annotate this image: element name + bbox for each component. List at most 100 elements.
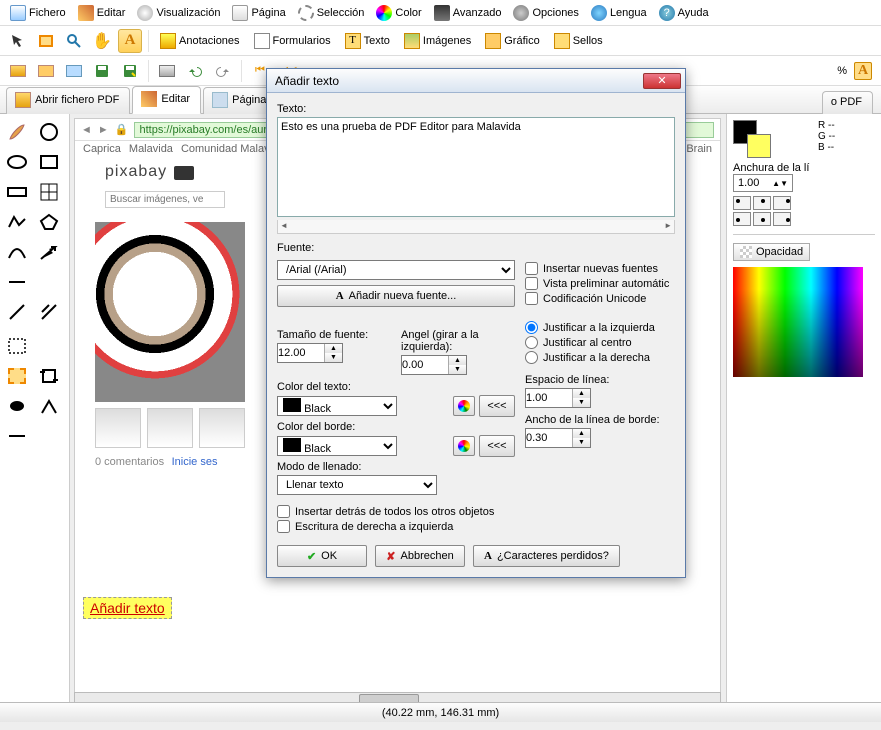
background-swatch[interactable]: [747, 134, 771, 158]
placeholder-button-2[interactable]: [62, 59, 86, 83]
polyline-tool[interactable]: [4, 210, 30, 234]
border-color-select[interactable]: [277, 436, 397, 456]
hline-tool[interactable]: [4, 270, 30, 294]
menu-color[interactable]: Color: [372, 3, 425, 23]
dialog-titlebar[interactable]: Añadir texto ✕: [267, 69, 685, 93]
down-icon[interactable]: ▼: [573, 398, 590, 407]
border-width-spinner[interactable]: ▲▼: [525, 428, 591, 448]
rect-tool[interactable]: [36, 150, 62, 174]
anchor-grid[interactable]: [733, 196, 875, 226]
border-width-value[interactable]: [526, 429, 572, 447]
session-link[interactable]: Inicie ses: [172, 456, 218, 468]
nav-back-icon[interactable]: ◄: [81, 124, 92, 136]
angle-spinner[interactable]: ▲▼: [401, 355, 467, 375]
text-input[interactable]: Esto es una prueba de PDF Editor para Ma…: [277, 117, 675, 217]
menu-opciones[interactable]: Opciones: [509, 3, 582, 23]
add-font-button[interactable]: AAñadir nueva fuente...: [277, 285, 515, 307]
up-icon[interactable]: ▲: [573, 429, 590, 438]
text-color-revert-button[interactable]: <<<: [479, 395, 515, 417]
color-picker-gradient[interactable]: [733, 267, 863, 377]
insert-fonts-checkbox[interactable]: Insertar nuevas fuentes: [525, 262, 675, 275]
blur-tool[interactable]: [4, 394, 30, 418]
text-insert-highlight[interactable]: Añadir texto: [83, 597, 172, 619]
line-width-spinner[interactable]: 1.00▲▼: [733, 174, 793, 192]
menu-seleccion[interactable]: Selección: [294, 3, 369, 23]
pointer-tool[interactable]: [6, 29, 30, 53]
search-input[interactable]: [105, 191, 225, 208]
ok-button[interactable]: ✔OK: [277, 545, 367, 567]
print-button[interactable]: [155, 59, 179, 83]
brush-tool[interactable]: [4, 120, 30, 144]
select-obj-tool[interactable]: [4, 364, 30, 388]
bookmark[interactable]: Caprica: [83, 143, 121, 155]
fill-mode-select[interactable]: Llenar texto: [277, 475, 437, 495]
open-button[interactable]: [6, 59, 30, 83]
curve-tool[interactable]: [4, 240, 30, 264]
anchor[interactable]: [753, 196, 771, 210]
images-button[interactable]: Imágenes: [399, 31, 476, 51]
marquee-tool[interactable]: [4, 334, 30, 358]
forms-button[interactable]: Formularios: [249, 31, 336, 51]
hand-tool[interactable]: ✋: [90, 29, 114, 53]
down-icon[interactable]: ▼: [449, 365, 466, 374]
tab-edit[interactable]: Editar: [132, 86, 201, 114]
up-icon[interactable]: ▲: [449, 356, 466, 365]
menu-fichero[interactable]: Fichero: [6, 3, 70, 23]
tab-right-cut[interactable]: o PDF: [822, 91, 873, 114]
crop-tool[interactable]: [36, 364, 62, 388]
tab-open-file[interactable]: Abrir fichero PDF: [6, 87, 130, 114]
dline-tool[interactable]: [4, 300, 30, 324]
text-style-button[interactable]: A: [851, 59, 875, 83]
graphic-button[interactable]: Gráfico: [480, 31, 544, 51]
down-icon[interactable]: ▼: [573, 438, 590, 447]
polygon-tool[interactable]: [36, 210, 62, 234]
menu-avanzado[interactable]: Avanzado: [430, 3, 506, 23]
font-select[interactable]: /Arial (/Arial): [277, 260, 515, 280]
thumbnail[interactable]: [199, 408, 245, 448]
zoom-tool[interactable]: [62, 29, 86, 53]
rtl-checkbox[interactable]: Escritura de derecha a izquierda: [277, 520, 675, 533]
text-tool[interactable]: A: [118, 29, 142, 53]
bookmark-distant[interactable]: Brain: [686, 143, 712, 155]
angle-tool[interactable]: [36, 394, 62, 418]
border-color-revert-button[interactable]: <<<: [479, 435, 515, 457]
unicode-checkbox[interactable]: Codificación Unicode: [525, 292, 675, 305]
arrow-tool[interactable]: [36, 240, 62, 264]
hrect-tool[interactable]: [4, 180, 30, 204]
hline2-tool[interactable]: [4, 424, 30, 448]
anchor[interactable]: [773, 212, 791, 226]
anchor[interactable]: [733, 196, 751, 210]
select-rect-tool[interactable]: [34, 29, 58, 53]
menu-editar[interactable]: Editar: [74, 3, 130, 23]
text-button[interactable]: TTexto: [340, 31, 395, 51]
ellipse-tool[interactable]: [4, 150, 30, 174]
circle-tool[interactable]: [36, 120, 62, 144]
close-button[interactable]: ✕: [643, 73, 681, 89]
angle-value[interactable]: [402, 356, 448, 374]
dlines-tool[interactable]: [36, 300, 62, 324]
menu-ayuda[interactable]: ?Ayuda: [655, 3, 713, 23]
up-icon[interactable]: ▲: [573, 389, 590, 398]
line-space-spinner[interactable]: ▲▼: [525, 388, 591, 408]
save-button[interactable]: [90, 59, 114, 83]
up-icon[interactable]: ▲: [325, 344, 342, 353]
anchor[interactable]: [753, 212, 771, 226]
menu-pagina[interactable]: Página: [228, 3, 289, 23]
placeholder-button-1[interactable]: [34, 59, 58, 83]
down-icon[interactable]: ▼: [325, 353, 342, 362]
missing-chars-button[interactable]: A¿Caracteres perdidos?: [473, 545, 620, 567]
cancel-button[interactable]: ✘Abbrechen: [375, 545, 465, 567]
justify-center-radio[interactable]: Justificar al centro: [525, 336, 675, 349]
insert-behind-checkbox[interactable]: Insertar detrás de todos los otros objet…: [277, 505, 675, 518]
redo-button[interactable]: [211, 59, 235, 83]
menu-visualizacion[interactable]: Visualización: [133, 3, 224, 23]
textarea-hscroll[interactable]: ◄►: [277, 220, 675, 234]
text-color-picker-button[interactable]: [453, 396, 475, 416]
font-size-spinner[interactable]: ▲▼: [277, 343, 343, 363]
anchor[interactable]: [773, 196, 791, 210]
stamps-button[interactable]: Sellos: [549, 31, 608, 51]
annotations-button[interactable]: Anotaciones: [155, 31, 245, 51]
nav-fwd-icon[interactable]: ►: [98, 124, 109, 136]
bookmark[interactable]: Malavida: [129, 143, 173, 155]
anchor[interactable]: [733, 212, 751, 226]
